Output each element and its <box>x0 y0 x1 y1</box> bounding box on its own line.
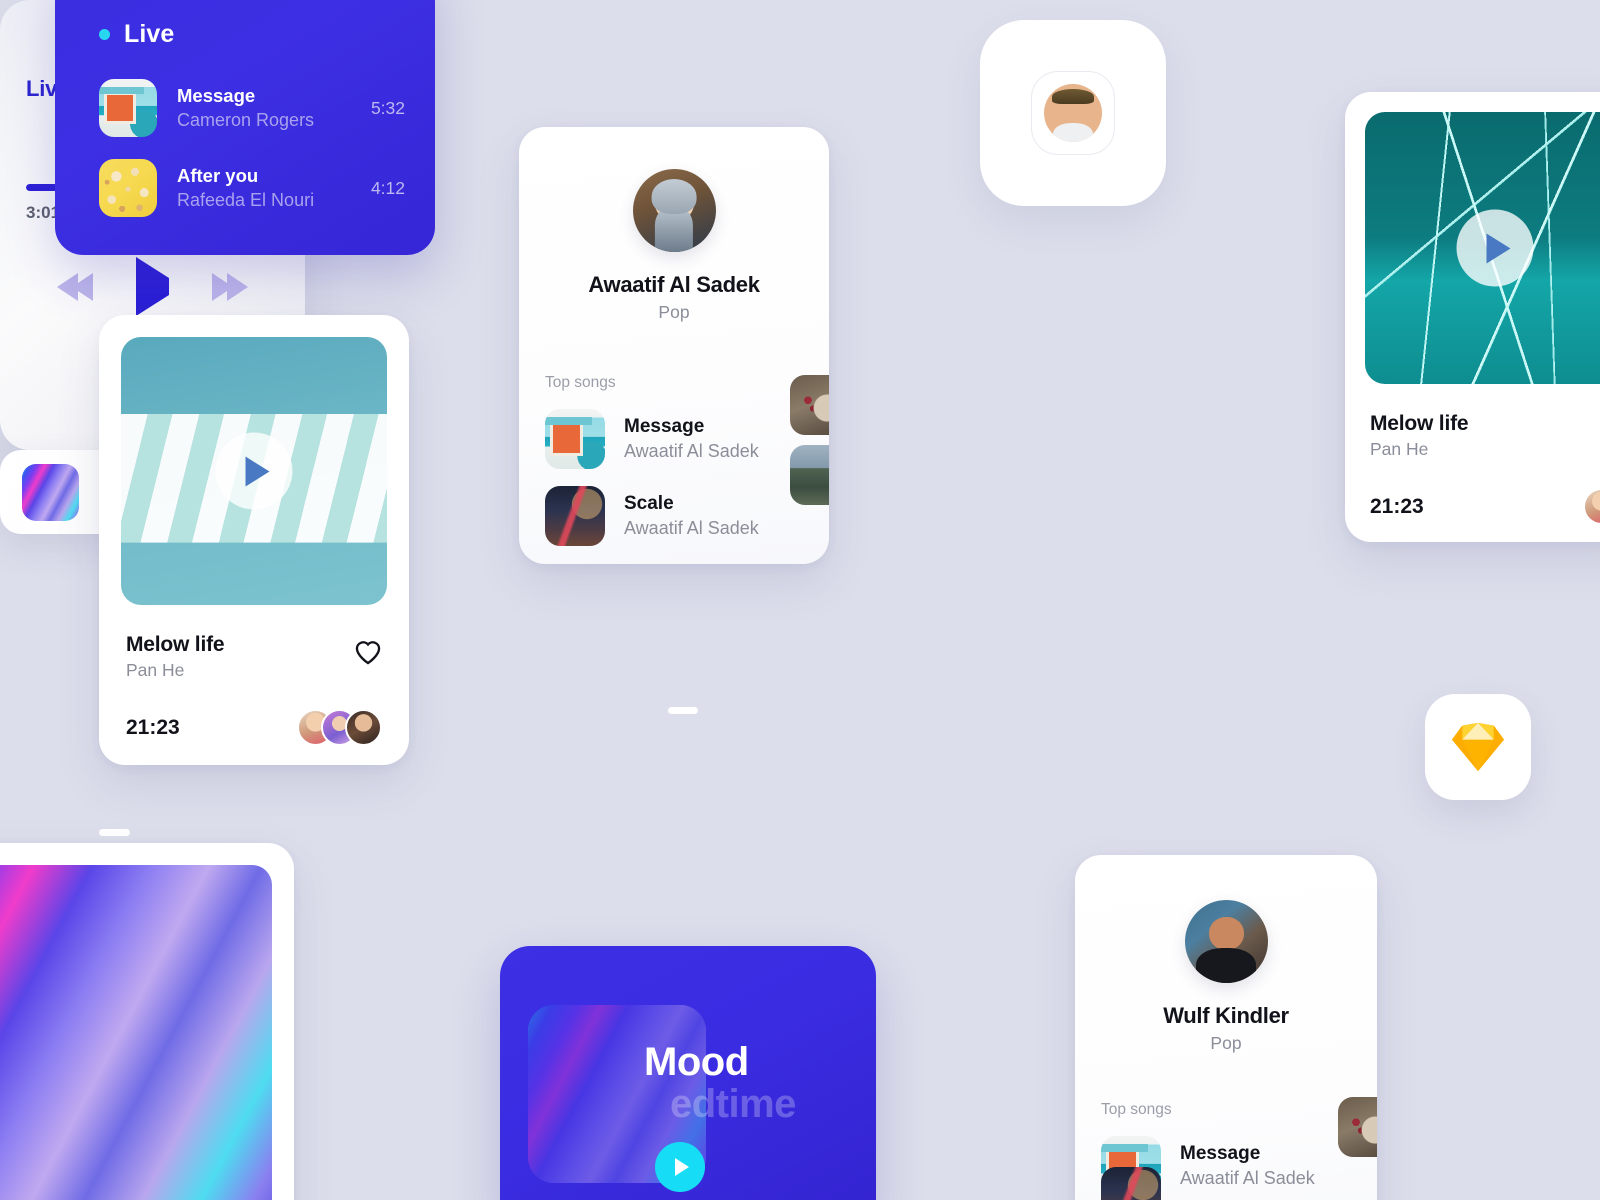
user-avatar <box>1044 84 1102 142</box>
beach-hut-thumbnail-icon <box>99 79 157 137</box>
heart-icon[interactable] <box>354 639 382 665</box>
track-card-melow-right[interactable]: Melow life Pan He 21:23 <box>1345 92 1600 542</box>
live-row-meta: After you Rafeeda El Nouri <box>177 164 351 212</box>
artist-genre: Pop <box>1210 1033 1242 1053</box>
track-footer: 21:23 <box>1365 460 1600 525</box>
artist-avatar <box>1184 900 1268 983</box>
track-title: Melow life <box>1370 412 1469 435</box>
artist-card-awaatif[interactable]: Awaatif Al Sadek Pop Top songs Message A… <box>519 127 829 564</box>
player-controls <box>26 257 279 316</box>
artist-name: Wulf Kindler <box>1163 1003 1289 1028</box>
top-songs-label: Top songs <box>545 374 616 391</box>
song-title: Scale <box>624 492 674 514</box>
album-cover <box>1365 112 1600 384</box>
night-road-thumbnail-icon <box>545 486 605 546</box>
artist-avatar <box>632 169 716 252</box>
list-item[interactable]: Message Awaatif Al Sadek <box>519 409 829 469</box>
avatar-tile[interactable] <box>980 20 1166 206</box>
song-artist: Awaatif Al Sadek <box>624 518 759 539</box>
live-title: Live <box>124 20 175 48</box>
night-road-thumbnail-icon <box>1101 1167 1161 1200</box>
sketch-diamond-icon <box>1452 722 1504 772</box>
mood-ghost-title: edtime <box>670 1082 796 1126</box>
play-button[interactable] <box>215 432 293 510</box>
list-item[interactable]: Scale Awaatif Al Sadek <box>519 486 829 546</box>
listener-avatars[interactable] <box>1583 488 1600 525</box>
track-footer: 21:23 <box>121 681 387 746</box>
holographic-card[interactable] <box>0 843 294 1200</box>
track-meta: Melow life Pan He <box>121 605 387 681</box>
song-meta: Scale Awaatif Al Sadek <box>624 492 759 541</box>
live-song-title: After you <box>177 164 259 186</box>
drag-handle[interactable] <box>668 707 698 714</box>
track-duration: 21:23 <box>1370 494 1424 518</box>
play-button[interactable] <box>655 1142 705 1192</box>
track-meta: Melow life Pan He <box>1365 384 1600 460</box>
avatar-frame <box>1031 71 1115 155</box>
track-artist: Pan He <box>126 660 185 680</box>
live-song-artist: Rafeeda El Nouri <box>177 189 315 210</box>
play-icon <box>245 456 269 486</box>
track-title: Melow life <box>126 633 225 656</box>
fast-forward-icon[interactable] <box>212 273 248 301</box>
play-button[interactable] <box>136 257 169 316</box>
holographic-artwork <box>0 865 272 1200</box>
artist-card-wulf[interactable]: Wulf Kindler Pop Top songs Message Awaat… <box>1075 855 1377 1200</box>
track-duration: 21:23 <box>126 715 180 739</box>
live-song-duration: 5:32 <box>370 97 405 118</box>
mood-card[interactable]: Mood edtime Mood <box>500 946 876 1200</box>
song-artist: Awaatif Al Sadek <box>624 441 759 462</box>
live-card[interactable]: Live Message Cameron Rogers 5:32 After y… <box>55 0 435 255</box>
live-row-meta: Message Cameron Rogers <box>177 84 351 132</box>
song-meta: Message Awaatif Al Sadek <box>1180 1142 1315 1191</box>
play-icon <box>675 1158 689 1176</box>
mountain-road-thumbnail-icon <box>790 445 829 505</box>
top-songs-label: Top songs <box>1101 1101 1172 1118</box>
food-pattern-thumbnail-icon <box>99 159 157 217</box>
plate-food-thumbnail-icon <box>790 375 829 435</box>
plate-food-thumbnail-icon <box>1338 1097 1377 1157</box>
canvas: Live Message Cameron Rogers 5:32 After y… <box>0 0 1600 1200</box>
holographic-thumbnail-icon <box>22 463 79 521</box>
track-artist: Pan He <box>1370 439 1429 459</box>
avatar <box>345 709 382 746</box>
rewind-icon[interactable] <box>57 273 93 301</box>
drag-handle[interactable] <box>99 829 130 836</box>
song-title: Message <box>1180 1142 1261 1164</box>
live-song-title: Message <box>177 84 256 106</box>
live-header: Live <box>99 20 405 49</box>
play-icon <box>1486 233 1510 263</box>
avatar <box>1583 488 1600 525</box>
track-card-melow-left[interactable]: Melow life Pan He 21:23 <box>99 315 409 765</box>
artist-name: Awaatif Al Sadek <box>588 272 760 297</box>
beach-hut-thumbnail-icon <box>545 409 605 469</box>
mood-title: Mood <box>644 1040 749 1084</box>
list-item[interactable]: After you Rafeeda El Nouri 4:12 <box>99 159 405 217</box>
live-status-dot <box>99 29 110 40</box>
listener-avatars[interactable] <box>297 709 382 746</box>
list-item[interactable]: Message Cameron Rogers 5:32 <box>99 79 405 137</box>
song-artist: Awaatif Al Sadek <box>1180 1168 1315 1189</box>
song-title: Message <box>624 415 705 437</box>
sketch-app-tile[interactable] <box>1425 694 1531 800</box>
album-cover <box>121 337 387 605</box>
artist-genre: Pop <box>658 302 690 322</box>
live-song-duration: 4:12 <box>370 177 405 198</box>
play-icon <box>136 257 169 316</box>
song-meta: Message Awaatif Al Sadek <box>624 415 759 464</box>
play-button[interactable] <box>1456 209 1534 287</box>
live-song-artist: Cameron Rogers <box>177 109 315 130</box>
